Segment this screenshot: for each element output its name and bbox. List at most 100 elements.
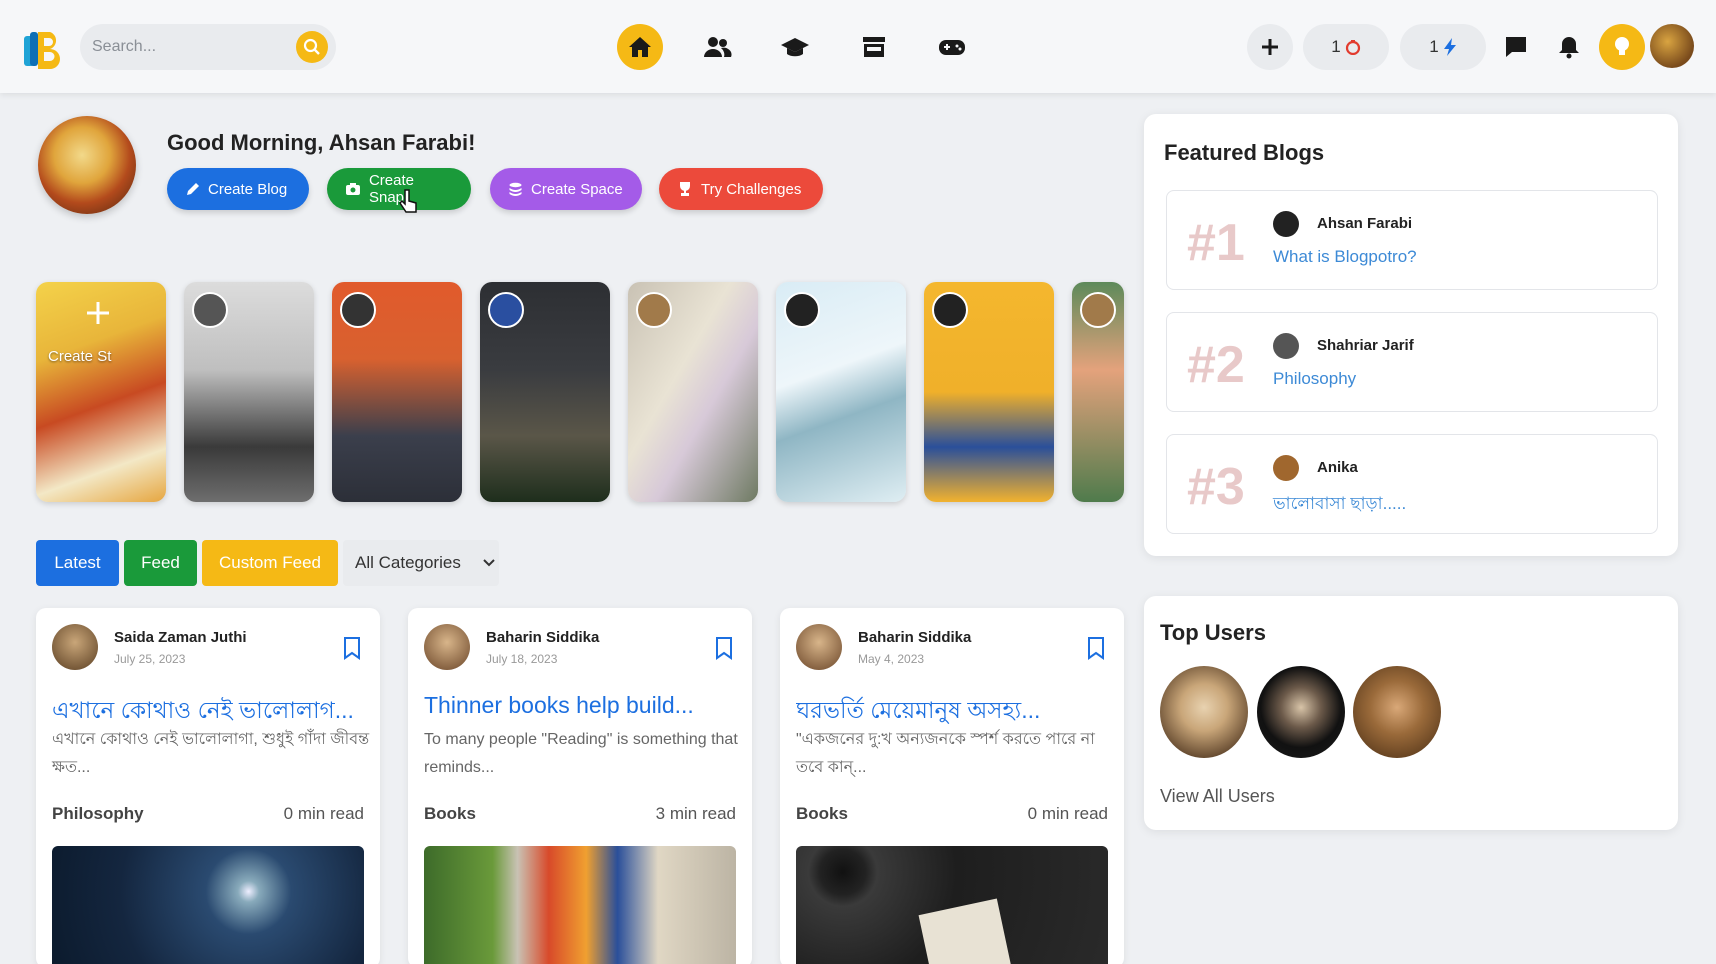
story-avatar [636, 292, 672, 328]
featured-blogs-panel: Featured Blogs #1 Ahsan Farabi What is B… [1144, 114, 1678, 556]
story-card[interactable] [628, 282, 758, 502]
story-avatar [192, 292, 228, 328]
try-challenges-button[interactable]: Try Challenges [659, 168, 823, 210]
search-bar[interactable]: Search... [80, 24, 336, 70]
lightbulb-icon [1615, 37, 1629, 55]
post-category: Books [796, 804, 848, 823]
featured-blog-item[interactable]: #3 Anika ভালোবাসা ছাড়া..... [1166, 434, 1658, 534]
post-title[interactable]: Thinner books help build... [424, 692, 744, 719]
post-cover-image[interactable] [796, 846, 1108, 964]
top-user-avatar[interactable] [1353, 666, 1441, 758]
featured-blog-link[interactable]: Philosophy [1273, 369, 1356, 389]
bookmark-icon[interactable] [1086, 636, 1106, 660]
story-avatar [488, 292, 524, 328]
nav-friends[interactable] [694, 24, 740, 70]
friends-icon [704, 37, 732, 57]
top-user-avatar[interactable] [1257, 666, 1345, 758]
messages-button[interactable] [1493, 24, 1539, 70]
pencil-icon [187, 182, 199, 195]
featured-author-avatar [1273, 333, 1299, 359]
blog-card[interactable]: Baharin Siddika July 18, 2023 Thinner bo… [408, 608, 752, 964]
streak-count: 1 [1331, 37, 1341, 56]
author-avatar [796, 624, 842, 670]
timer-icon [1345, 40, 1360, 55]
filter-latest[interactable]: Latest [36, 540, 119, 586]
search-input[interactable]: Search... [92, 38, 156, 56]
nav-games[interactable] [929, 24, 975, 70]
user-avatar[interactable] [1650, 24, 1694, 68]
search-button[interactable] [296, 31, 328, 63]
featured-blog-link[interactable]: What is Blogpotro? [1273, 247, 1417, 267]
story-card[interactable] [184, 282, 314, 502]
top-navbar: Search... 1 1 [0, 0, 1716, 93]
featured-rank: #1 [1187, 214, 1245, 272]
blog-card[interactable]: Baharin Siddika May 4, 2023 ঘরভর্তি মেয়… [780, 608, 1124, 964]
home-icon [629, 37, 651, 57]
graduation-cap-icon [781, 38, 809, 57]
nav-courses[interactable] [772, 24, 818, 70]
story-card[interactable] [776, 282, 906, 502]
plus-icon [1262, 39, 1278, 55]
story-card[interactable] [332, 282, 462, 502]
bookmark-icon[interactable] [714, 636, 734, 660]
post-read-time: 3 min read [655, 804, 736, 823]
top-user-avatar[interactable] [1160, 666, 1248, 758]
energy-counter[interactable]: 1 [1400, 24, 1486, 70]
camera-icon [345, 183, 360, 195]
story-card[interactable] [924, 282, 1054, 502]
story-avatar [340, 292, 376, 328]
featured-blog-link[interactable]: ভালোবাসা ছাড়া..... [1273, 491, 1406, 519]
bookmark-icon[interactable] [342, 636, 362, 660]
filter-custom-feed[interactable]: Custom Feed [202, 540, 338, 586]
story-card[interactable] [1072, 282, 1124, 502]
create-space-button[interactable]: Create Space [490, 168, 642, 210]
featured-author-avatar [1273, 211, 1299, 237]
gamepad-icon [939, 40, 965, 55]
create-plus-button[interactable] [1247, 24, 1293, 70]
post-excerpt: এখানে কোথাও নেই ভালোলাগা, শুধুই গাঁদা জী… [52, 731, 370, 776]
blog-card[interactable]: Saida Zaman Juthi July 25, 2023 এখানে কো… [36, 608, 380, 964]
streak-counter[interactable]: 1 [1303, 24, 1389, 70]
trophy-icon [680, 182, 690, 196]
featured-blog-item[interactable]: #2 Shahriar Jarif Philosophy [1166, 312, 1658, 412]
story-card[interactable] [480, 282, 610, 502]
lightning-icon [1443, 38, 1456, 56]
featured-rank: #2 [1187, 336, 1245, 394]
profile-avatar[interactable] [38, 116, 136, 214]
filter-feed[interactable]: Feed [124, 540, 197, 586]
featured-author-name: Anika [1317, 459, 1358, 476]
post-date: May 4, 2023 [858, 652, 925, 666]
post-excerpt: To many people "Reading" is something th… [424, 731, 738, 776]
view-all-users-link[interactable]: View All Users [1160, 786, 1275, 807]
create-story-label: Create St [48, 348, 112, 365]
energy-count: 1 [1429, 37, 1439, 56]
story-avatar [784, 292, 820, 328]
post-cover-image[interactable] [52, 846, 364, 964]
featured-blog-item[interactable]: #1 Ahsan Farabi What is Blogpotro? [1166, 190, 1658, 290]
post-excerpt: "একজনের দু:খ অন্যজনকে স্পর্শ করতে পারে ন… [796, 731, 1095, 776]
story-avatar [932, 292, 968, 328]
bell-icon [1559, 37, 1579, 59]
create-story-card[interactable]: Create St [36, 282, 166, 502]
create-blog-button[interactable]: Create Blog [167, 168, 309, 210]
featured-author-name: Shahriar Jarif [1317, 337, 1414, 354]
store-icon [863, 37, 885, 57]
greeting-text: Good Morning, Ahsan Farabi! [167, 130, 476, 155]
blogpotro-logo[interactable] [22, 28, 66, 70]
post-cover-image[interactable] [424, 846, 736, 964]
ideas-button[interactable] [1599, 24, 1645, 70]
post-read-time: 0 min read [283, 804, 364, 823]
category-select[interactable]: All Categories [343, 540, 499, 586]
nav-store[interactable] [851, 24, 897, 70]
plus-icon [87, 302, 109, 324]
nav-home[interactable] [617, 24, 663, 70]
featured-blogs-title: Featured Blogs [1164, 140, 1325, 165]
category-select-value: All Categories [355, 553, 461, 572]
author-avatar [424, 624, 470, 670]
book-shape [918, 898, 1014, 964]
post-date: July 25, 2023 [114, 652, 186, 666]
search-icon [303, 38, 320, 55]
layers-icon [509, 182, 522, 196]
post-date: July 18, 2023 [486, 652, 558, 666]
notifications-button[interactable] [1546, 24, 1592, 70]
